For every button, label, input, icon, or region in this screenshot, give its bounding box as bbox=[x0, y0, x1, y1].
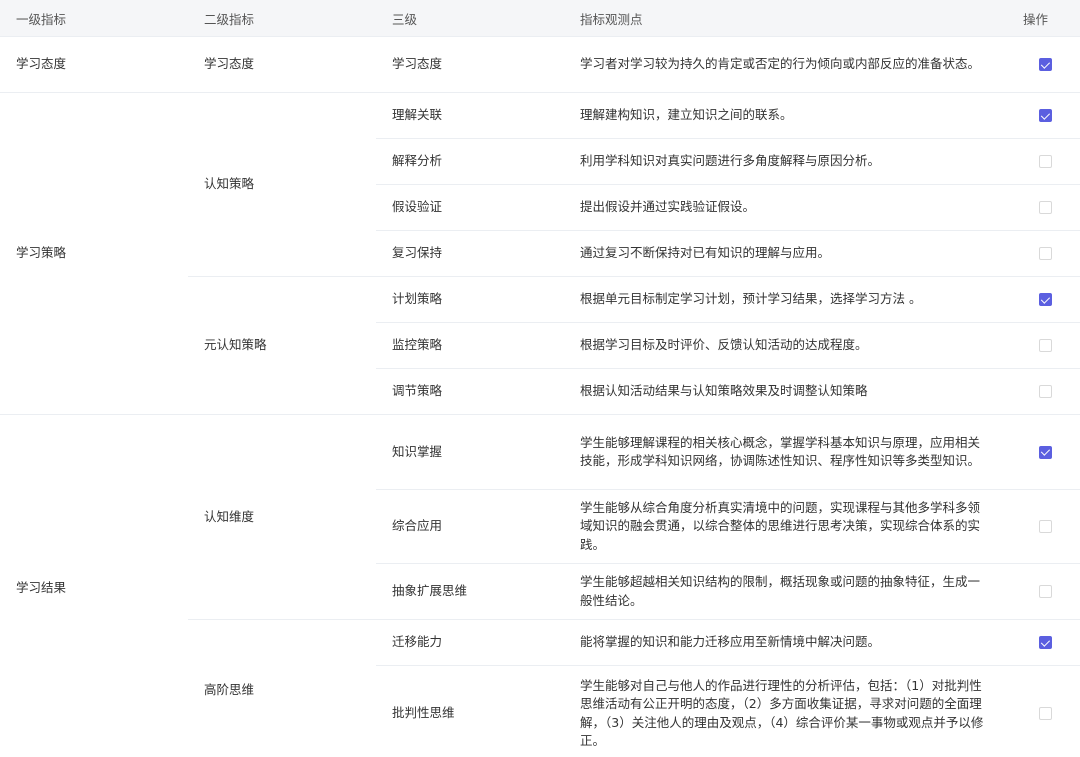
row-checkbox[interactable] bbox=[1038, 247, 1052, 261]
operation-cell bbox=[1010, 322, 1080, 369]
level3-cell: 计划策略 bbox=[376, 276, 564, 323]
level3-cell: 知识掌握 bbox=[376, 414, 564, 490]
operation-cell bbox=[1010, 230, 1080, 277]
level3-cell: 抽象扩展思维 bbox=[376, 563, 564, 620]
level3-cell: 学习态度 bbox=[376, 36, 564, 93]
row-checkbox[interactable] bbox=[1038, 155, 1052, 169]
operation-cell bbox=[1010, 138, 1080, 185]
row-checkbox[interactable] bbox=[1038, 520, 1052, 534]
level2-cell: 认知策略 bbox=[188, 92, 376, 277]
row-checkbox[interactable] bbox=[1038, 445, 1052, 459]
level3-cell: 迁移能力 bbox=[376, 619, 564, 666]
observation-cell: 学生能够对自己与他人的作品进行理性的分析评估，包括：（1）对批判性思维活动有公正… bbox=[564, 665, 1010, 757]
observation-cell: 根据认知活动结果与认知策略效果及时调整认知策略 bbox=[564, 368, 1010, 415]
operation-cell bbox=[1010, 92, 1080, 139]
observation-cell: 理解建构知识，建立知识之间的联系。 bbox=[564, 92, 1010, 139]
row-checkbox[interactable] bbox=[1038, 585, 1052, 599]
level3-cell: 解释分析 bbox=[376, 138, 564, 185]
observation-cell: 根据学习目标及时评价、反馈认知活动的达成程度。 bbox=[564, 322, 1010, 369]
operation-cell bbox=[1010, 619, 1080, 666]
level3-cell: 综合应用 bbox=[376, 489, 564, 564]
operation-cell bbox=[1010, 368, 1080, 415]
level2-cell: 认知维度 bbox=[188, 414, 376, 620]
observation-cell: 学生能够理解课程的相关核心概念，掌握学科基本知识与原理，应用相关技能，形成学科知… bbox=[564, 414, 1010, 490]
operation-cell bbox=[1010, 414, 1080, 490]
header-level1: 一级指标 bbox=[0, 0, 188, 37]
row-checkbox[interactable] bbox=[1038, 109, 1052, 123]
row-checkbox[interactable] bbox=[1038, 339, 1052, 353]
observation-cell: 提出假设并通过实践验证假设。 bbox=[564, 184, 1010, 231]
level2-cell: 学习态度 bbox=[188, 36, 376, 93]
row-checkbox[interactable] bbox=[1038, 58, 1052, 72]
observation-cell: 学习者对学习较为持久的肯定或否定的行为倾向或内部反应的准备状态。 bbox=[564, 36, 1010, 93]
row-checkbox[interactable] bbox=[1038, 293, 1052, 307]
level3-cell: 批判性思维 bbox=[376, 665, 564, 757]
header-level2: 二级指标 bbox=[188, 0, 376, 37]
header-level3: 三级 bbox=[376, 0, 564, 37]
operation-cell bbox=[1010, 36, 1080, 93]
observation-cell: 能将掌握的知识和能力迁移应用至新情境中解决问题。 bbox=[564, 619, 1010, 666]
observation-cell: 根据单元目标制定学习计划，预计学习结果，选择学习方法 。 bbox=[564, 276, 1010, 323]
operation-cell bbox=[1010, 563, 1080, 620]
table-row: 学习策略 认知策略 理解关联 理解建构知识，建立知识之间的联系。 bbox=[0, 92, 1080, 415]
operation-cell bbox=[1010, 489, 1080, 564]
level3-cell: 调节策略 bbox=[376, 368, 564, 415]
level2-cell: 高阶思维 bbox=[188, 619, 376, 757]
level1-cell: 学习结果 bbox=[0, 414, 188, 757]
row-checkbox[interactable] bbox=[1038, 201, 1052, 215]
level2-cell: 元认知策略 bbox=[188, 276, 376, 415]
operation-cell bbox=[1010, 276, 1080, 323]
observation-cell: 学生能够从综合角度分析真实清境中的问题，实现课程与其他多学科多领域知识的融会贯通… bbox=[564, 489, 1010, 564]
header-row: 一级指标 二级指标 三级 指标观测点 操作 bbox=[0, 0, 1080, 37]
observation-cell: 通过复习不断保持对已有知识的理解与应用。 bbox=[564, 230, 1010, 277]
observation-cell: 利用学科知识对真实问题进行多角度解释与原因分析。 bbox=[564, 138, 1010, 185]
level3-cell: 理解关联 bbox=[376, 92, 564, 139]
row-checkbox[interactable] bbox=[1038, 636, 1052, 650]
operation-cell bbox=[1010, 665, 1080, 757]
table-row: 学习态度 学习态度 学习态度 学习者对学习较为持久的肯定或否定的行为倾向或内部反… bbox=[0, 36, 1080, 93]
indicator-table: 一级指标 二级指标 三级 指标观测点 操作 学习态度 学习态度 学习态度 学习者… bbox=[0, 0, 1080, 757]
observation-cell: 学生能够超越相关知识结构的限制，概括现象或问题的抽象特征，生成一般性结论。 bbox=[564, 563, 1010, 620]
level1-cell: 学习策略 bbox=[0, 92, 188, 415]
row-checkbox[interactable] bbox=[1038, 707, 1052, 721]
header-operation: 操作 bbox=[1010, 0, 1080, 37]
table-row: 学习结果 认知维度 知识掌握 学生能够理解课程的相关核心概念，掌握学科基本知识与… bbox=[0, 414, 1080, 757]
level3-cell: 监控策略 bbox=[376, 322, 564, 369]
table-header: 一级指标 二级指标 三级 指标观测点 操作 bbox=[0, 0, 1080, 37]
level3-cell: 假设验证 bbox=[376, 184, 564, 231]
table-body: 学习态度 学习态度 学习态度 学习者对学习较为持久的肯定或否定的行为倾向或内部反… bbox=[0, 36, 1080, 757]
header-observation-point: 指标观测点 bbox=[564, 0, 1010, 37]
operation-cell bbox=[1010, 184, 1080, 231]
row-checkbox[interactable] bbox=[1038, 385, 1052, 399]
level3-cell: 复习保持 bbox=[376, 230, 564, 277]
indicator-table-container: 一级指标 二级指标 三级 指标观测点 操作 学习态度 学习态度 学习态度 学习者… bbox=[0, 0, 1080, 757]
level1-cell: 学习态度 bbox=[0, 36, 188, 93]
